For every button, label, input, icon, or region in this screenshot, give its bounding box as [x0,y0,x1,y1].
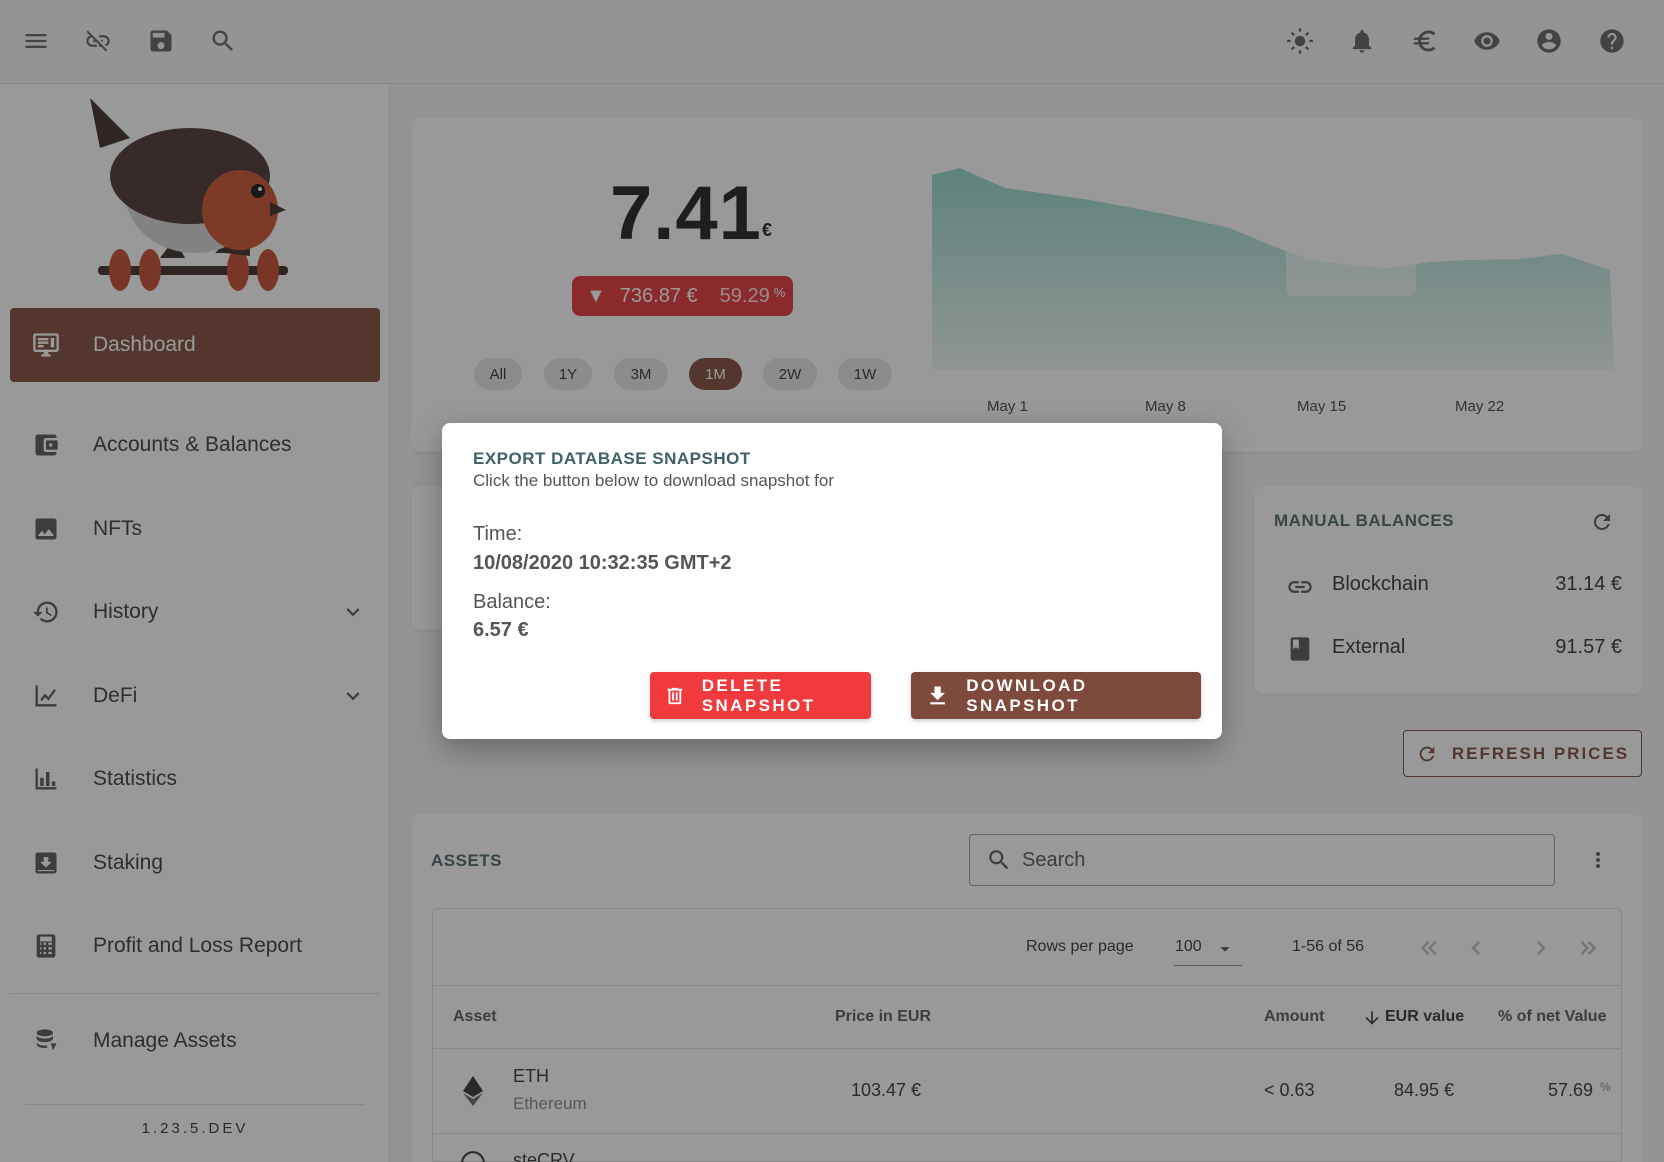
balance-value: 6.57 € [473,619,529,641]
download-snapshot-label: DOWNLOAD SNAPSHOT [966,675,1088,715]
dialog-title: EXPORT DATABASE SNAPSHOT [473,449,751,468]
time-label: Time: [473,523,523,545]
delete-snapshot-button[interactable]: DELETE SNAPSHOT [650,672,871,719]
time-value: 10/08/2020 10:32:35 GMT+2 [473,552,732,574]
trash-icon [667,687,683,704]
dialog-subtitle: Click the button below to download snaps… [473,471,835,490]
download-snapshot-button[interactable]: DOWNLOAD SNAPSHOT [911,672,1201,719]
download-icon [930,686,945,704]
balance-label: Balance: [473,591,551,613]
export-snapshot-dialog: EXPORT DATABASE SNAPSHOT Click the butto… [442,423,1222,739]
delete-snapshot-label: DELETE SNAPSHOT [701,675,816,715]
